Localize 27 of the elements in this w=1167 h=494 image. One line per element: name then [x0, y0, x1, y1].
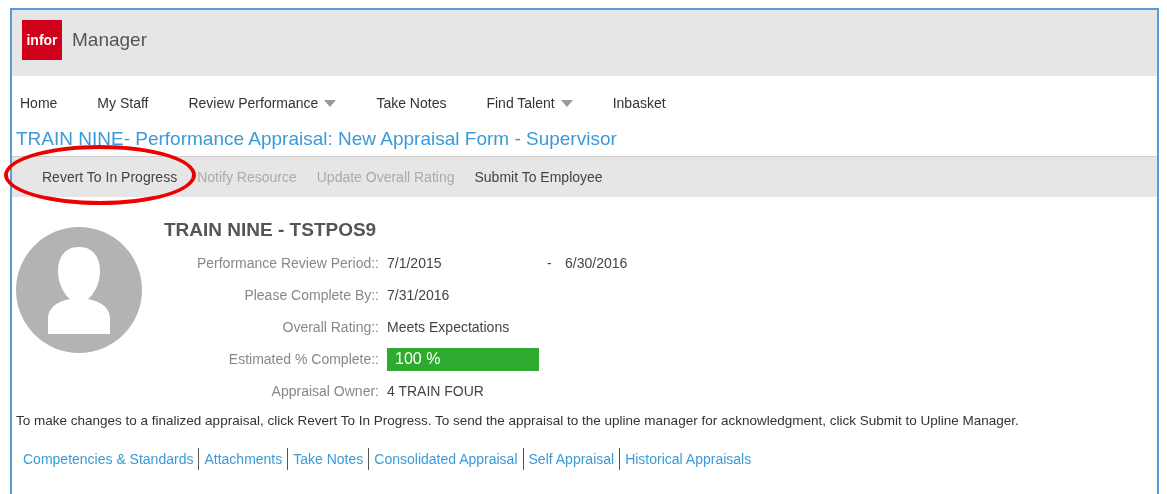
caret-icon	[324, 99, 337, 107]
field-value: 6/30/2016	[565, 255, 628, 271]
app-title: Manager	[72, 29, 147, 51]
field-value: Meets Expectations	[387, 319, 511, 335]
nav-item[interactable]: Find Talent	[486, 88, 573, 118]
nav-item[interactable]: Review Performance	[188, 88, 337, 118]
field-value: 4 TRAIN FOUR	[387, 383, 485, 399]
employee-name: TRAIN NINE - TSTPOS9	[164, 219, 378, 241]
field-label: Please Complete By::	[243, 287, 379, 303]
action-button[interactable]: Submit To Employee	[464, 169, 613, 185]
range-separator: -	[547, 255, 553, 271]
progress-text: 100 %	[394, 350, 441, 368]
action-button[interactable]: Revert To In Progress	[32, 169, 188, 185]
nav-item[interactable]: Take Notes	[376, 88, 447, 118]
logo: infor	[22, 20, 62, 60]
field-label: Overall Rating::	[281, 319, 379, 335]
caret-icon	[560, 99, 573, 107]
field-label: Appraisal Owner:	[270, 383, 379, 399]
field-value: 7/31/2016	[387, 287, 451, 303]
nav-item[interactable]: My Staff	[97, 88, 149, 118]
instructions: To make changes to a finalized appraisal, click Revert To In Progress. To send the appraisal to the upline manager for acknowledgment, click Submit to Upline Manager.	[15, 412, 1020, 428]
nav-item[interactable]: Home	[20, 88, 58, 118]
field-label: Performance Review Period::	[195, 255, 379, 271]
avatar-icon	[16, 227, 142, 353]
nav-item[interactable]: Inbasket	[612, 88, 666, 118]
field-label: Estimated % Complete::	[227, 351, 379, 367]
field-value: 7/1/2015	[387, 255, 443, 271]
